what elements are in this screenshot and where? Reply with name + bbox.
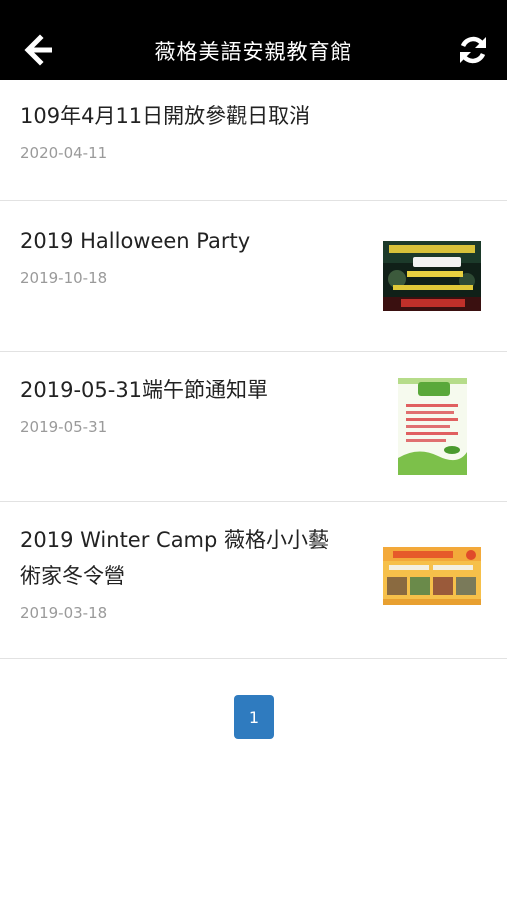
item-title: 2019 Winter Camp 薇格小小藝 (20, 528, 330, 552)
winter-camp-flyer-image (383, 547, 481, 605)
item-title-line-2: 術家冬令營 (20, 564, 125, 588)
item-date: 2019-03-18 (20, 604, 108, 622)
list-item[interactable]: 2019 Halloween Party 2019-10-18 (0, 201, 507, 352)
item-title: 2019 Halloween Party (20, 229, 251, 253)
item-date: 2019-05-31 (20, 418, 108, 436)
dragon-boat-festival-notice-image (398, 378, 467, 475)
item-text: 2019-05-31端午節通知單 2019-05-31 (20, 372, 268, 436)
halloween-poster-image (383, 241, 481, 311)
item-date: 2019-10-18 (20, 269, 108, 287)
refresh-icon (460, 36, 486, 64)
item-text: 2019 Halloween Party 2019-10-18 (20, 223, 250, 287)
list-item[interactable]: 2019-05-31端午節通知單 2019-05-31 (0, 352, 507, 502)
refresh-button[interactable] (453, 30, 493, 70)
list-item[interactable]: 2019 Winter Camp 薇格小小藝 術家冬令營 2019-03-18 (0, 502, 507, 659)
page-title: 薇格美語安親教育館 (154, 40, 353, 64)
app-header: 薇格美語安親教育館 (0, 0, 507, 80)
item-title: 2019-05-31端午節通知單 (20, 378, 269, 402)
pagination-page-button[interactable]: 1 (234, 695, 274, 739)
list-item[interactable]: 109年4月11日開放參觀日取消 2020-04-11 (0, 80, 507, 201)
item-date: 2020-04-11 (20, 144, 108, 162)
item-text: 109年4月11日開放參觀日取消 2020-04-11 (20, 98, 310, 162)
post-list: 109年4月11日開放參觀日取消 2020-04-11 2019 Hallowe… (0, 80, 507, 659)
item-text: 2019 Winter Camp 薇格小小藝 術家冬令營 2019-03-18 (20, 522, 329, 622)
item-title: 109年4月11日開放參觀日取消 (20, 104, 311, 128)
